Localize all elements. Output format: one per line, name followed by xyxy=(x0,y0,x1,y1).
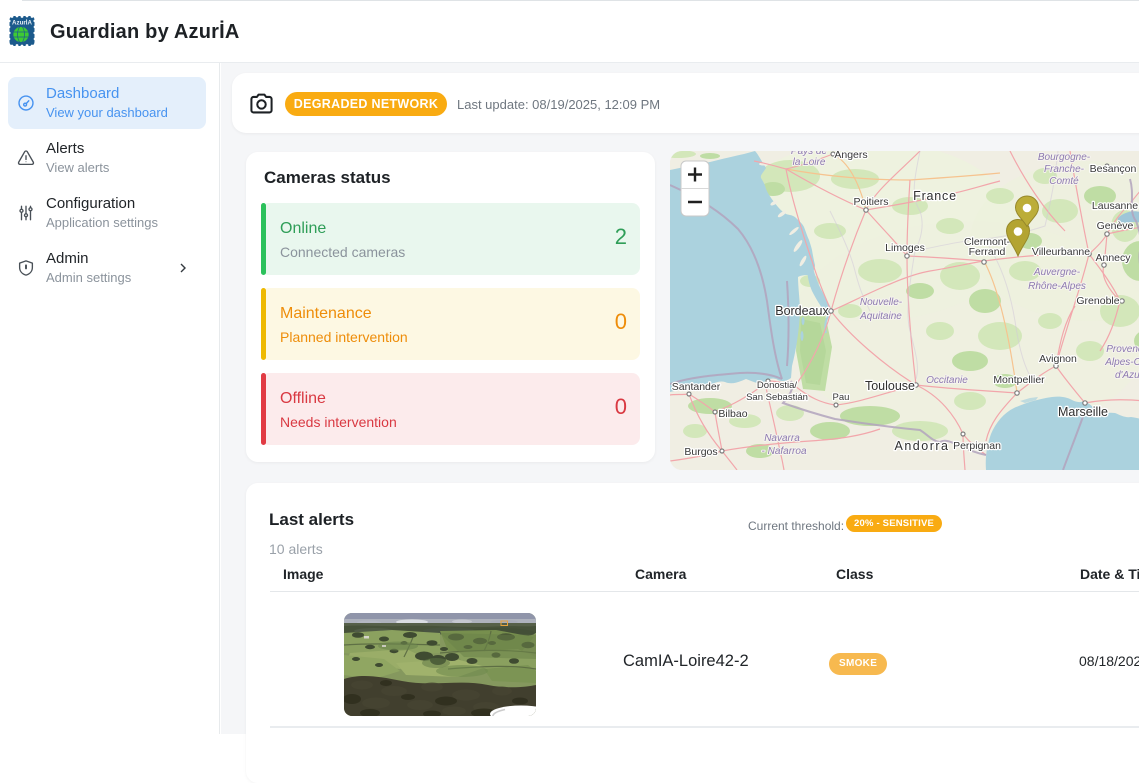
svg-text:France: France xyxy=(913,189,957,203)
svg-text:Montpellier: Montpellier xyxy=(993,374,1045,386)
svg-text:d'Azur: d'Azur xyxy=(1115,370,1139,381)
svg-text:Bilbao: Bilbao xyxy=(718,408,747,420)
svg-text:AzurİA: AzurİA xyxy=(12,20,32,27)
svg-text:la Loire: la Loire xyxy=(793,157,826,168)
svg-text:Bourgogne-: Bourgogne- xyxy=(1038,152,1091,163)
svg-text:Alpes-Côte: Alpes-Côte xyxy=(1104,357,1139,368)
svg-text:Rhône-Alpes: Rhône-Alpes xyxy=(1028,281,1086,292)
svg-text:Santander: Santander xyxy=(672,381,721,393)
svg-text:Auvergne-: Auvergne- xyxy=(1033,267,1081,278)
svg-text:Burgos: Burgos xyxy=(684,446,717,458)
svg-text:Comté: Comté xyxy=(1049,176,1079,187)
svg-text:Ferrand: Ferrand xyxy=(969,246,1006,258)
svg-text:Provence-: Provence- xyxy=(1106,344,1139,355)
svg-text:Marseille: Marseille xyxy=(1058,405,1108,419)
svg-text:Lausanne: Lausanne xyxy=(1092,200,1138,212)
svg-text:Aquitaine: Aquitaine xyxy=(859,311,902,322)
svg-text:San Sebastián: San Sebastián xyxy=(746,392,808,403)
svg-text:Toulouse: Toulouse xyxy=(865,379,915,393)
svg-text:Nouvelle-: Nouvelle- xyxy=(860,297,903,308)
svg-text:Poitiers: Poitiers xyxy=(853,196,888,208)
svg-text:Pau: Pau xyxy=(833,392,850,403)
svg-text:Perpignan: Perpignan xyxy=(953,440,1001,452)
svg-text:Angers: Angers xyxy=(834,151,867,161)
svg-text:Annecy: Annecy xyxy=(1095,252,1131,264)
svg-text:Occitanie: Occitanie xyxy=(926,375,968,386)
svg-text:- Nafarroa: - Nafarroa xyxy=(761,446,806,457)
svg-text:Grenoble: Grenoble xyxy=(1076,295,1119,307)
svg-text:Andorra: Andorra xyxy=(895,439,950,453)
svg-text:Genève: Genève xyxy=(1097,220,1134,232)
svg-text:Bordeaux: Bordeaux xyxy=(775,304,829,318)
svg-text:Navarra: Navarra xyxy=(764,433,800,444)
svg-text:Besançon: Besançon xyxy=(1090,163,1137,175)
svg-text:Villeurbanne: Villeurbanne xyxy=(1032,246,1090,258)
svg-text:Donostia/: Donostia/ xyxy=(757,380,797,391)
svg-text:Franche-: Franche- xyxy=(1044,164,1085,175)
svg-text:Limoges: Limoges xyxy=(885,242,925,254)
svg-text:Avignon: Avignon xyxy=(1039,353,1077,365)
